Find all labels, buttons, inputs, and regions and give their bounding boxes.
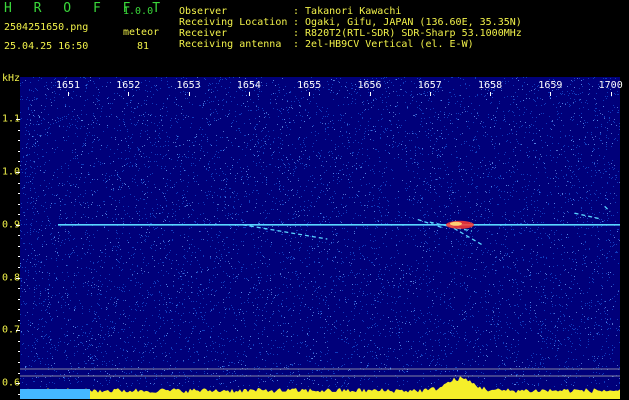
x-tick-label: 1653 [176,80,201,91]
x-tick-label: 1651 [55,80,81,91]
y-minor-tick [18,393,20,395]
x-tick-mark [550,92,552,96]
y-minor-tick [18,372,20,374]
x-tick-mark [490,92,492,96]
y-minor-tick [18,288,20,290]
receiver-value: : R820T2(RTL-SDR) SDR-Sharp 53.1000MHz [293,28,522,39]
y-minor-tick [18,267,20,269]
x-tick-label: 1656 [357,80,382,91]
meteor-count: 81 [137,41,150,52]
antenna-label: Receiving antenna [179,39,282,50]
x-tick-label: 1659 [538,80,563,91]
location-label: Receiving Location [179,17,288,28]
app-version: 1.0.0 [123,6,154,17]
y-minor-tick [18,161,20,163]
x-tick-mark [309,92,311,96]
y-minor-tick [18,351,20,353]
y-tick-mark [16,172,20,174]
y-minor-tick [18,235,20,237]
y-tick-mark [16,383,20,385]
receiver-label: Receiver [179,28,228,39]
y-minor-tick [18,182,20,184]
x-tick-label: 1658 [478,80,503,91]
image-filename: 2504251650.png [4,22,89,33]
y-axis-unit: kHz [2,73,21,84]
x-tick-mark [128,92,130,96]
spectrogram-svg [20,77,620,399]
y-minor-tick [18,129,20,131]
y-minor-tick [18,298,20,300]
x-tick-mark [610,92,612,96]
y-minor-tick [18,140,20,142]
y-minor-tick [18,256,20,258]
x-tick-mark [68,92,69,96]
x-tick-label: 1654 [236,80,261,91]
baseline-left-segment [20,389,90,399]
x-tick-mark [188,92,190,96]
y-minor-tick [18,319,20,321]
y-tick-mark [16,330,20,332]
observation-datetime: 25.04.25 16:50 [4,41,89,52]
observer-label: Observer [179,6,228,17]
y-minor-tick [18,340,20,342]
x-tick-mark [248,92,250,96]
x-tick-label: 1657 [417,80,442,91]
echo-hotspot-core [449,221,462,226]
x-tick-label: 1652 [116,80,141,91]
y-tick-mark [16,277,20,279]
antenna-value: : 2el-HB9CV Vertical (el. E-W) [293,39,474,50]
y-tick-mark [16,224,20,226]
observer-value: : Takanori Kawachi [293,6,402,17]
x-tick-label: 1700 [598,80,623,91]
y-minor-tick [18,362,20,364]
x-tick-label: 1655 [297,80,322,91]
y-minor-tick [18,193,20,195]
header-panel: H R O F F T 1.0.0 2504251650.png meteor … [0,0,629,74]
meteor-label: meteor [123,27,160,38]
x-tick-mark [429,92,431,96]
y-minor-tick [18,203,20,205]
y-minor-tick [18,150,20,152]
y-minor-tick [18,214,20,216]
location-value: : Ogaki, Gifu, JAPAN (136.60E, 35.35N) [293,17,522,28]
y-tick-mark [16,119,20,121]
spectrogram-plot [20,77,620,399]
x-tick-mark [369,92,371,96]
y-minor-tick [18,245,20,247]
y-minor-tick [18,309,20,311]
